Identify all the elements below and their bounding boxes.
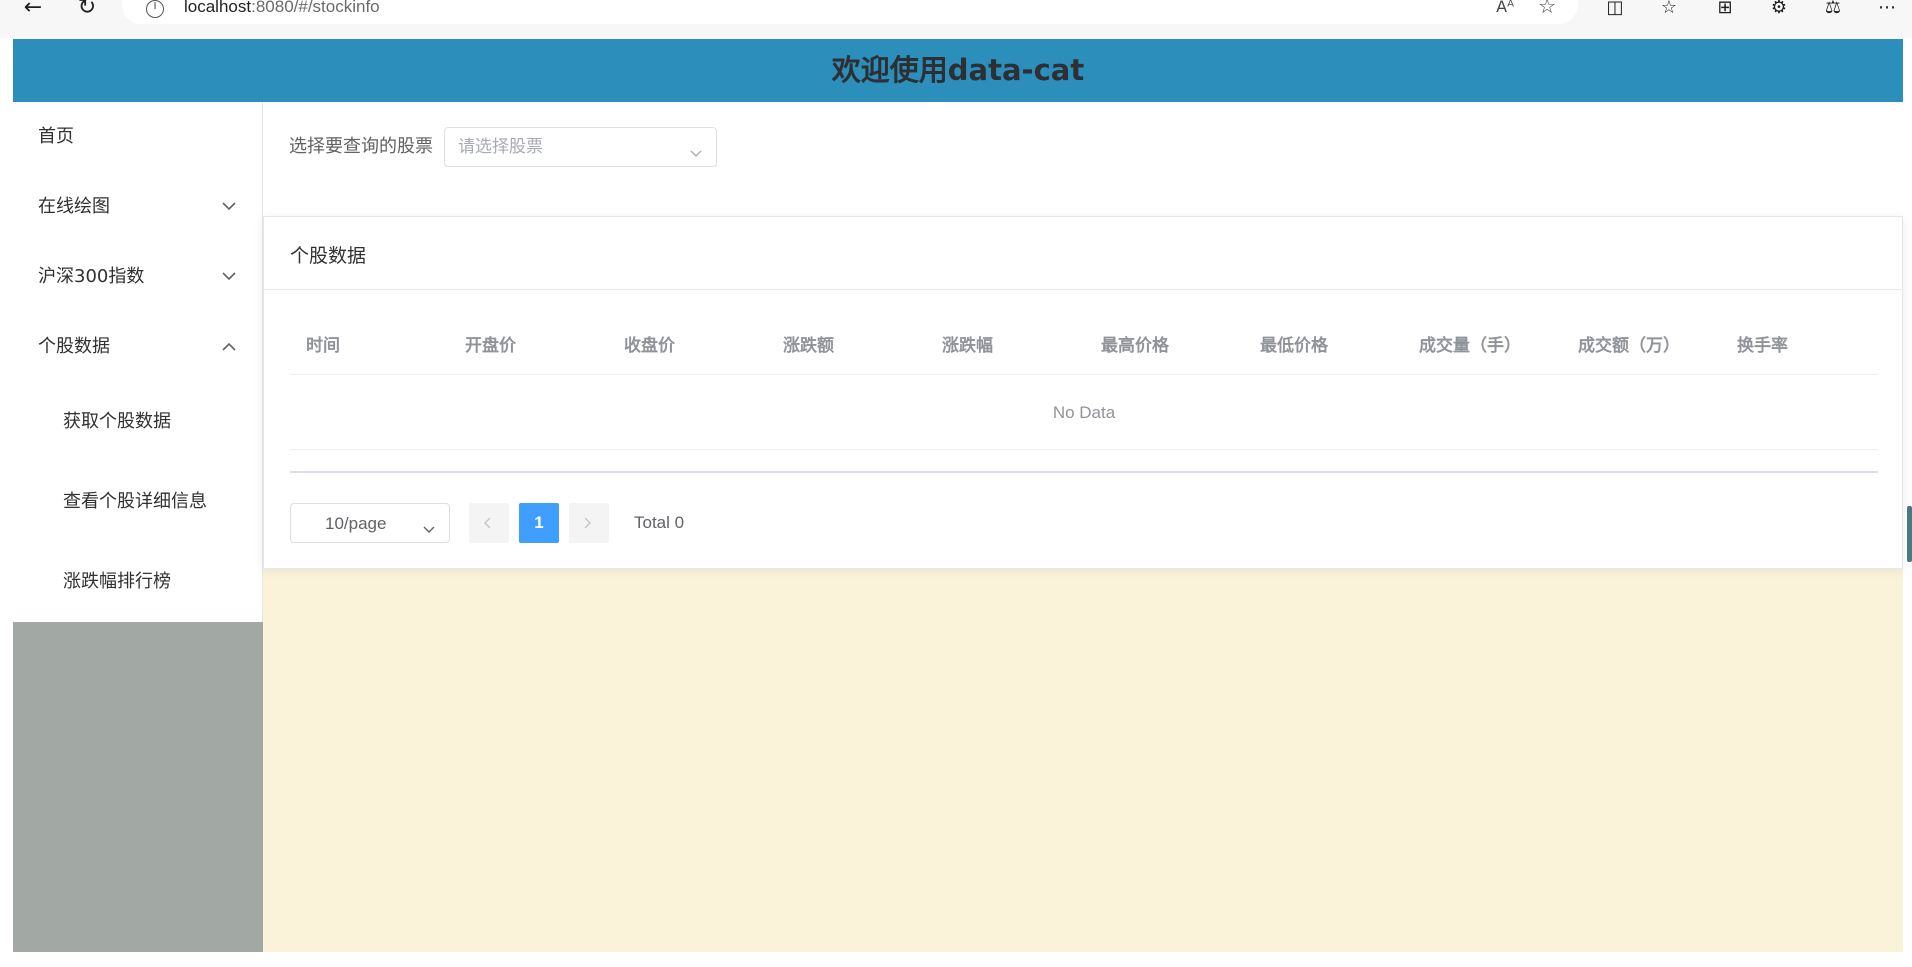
page-title: 欢迎使用data-cat bbox=[831, 53, 1085, 87]
sidebar: 首页 在线绘图 沪深300指数 个股数据 获取个股数据 查看个股详细信息 涨跌幅… bbox=[13, 102, 263, 952]
chevron-down-icon bbox=[222, 242, 236, 312]
scrollbar-thumb[interactable] bbox=[1907, 506, 1912, 562]
column-header[interactable]: 涨跌额 bbox=[783, 317, 834, 375]
browser-toolbar: ← ↻ i localhost:8080/#/stockinfo Aᴬ ☆ ◫ … bbox=[0, 0, 1912, 38]
sidebar-subitem-label: 查看个股详细信息 bbox=[63, 491, 207, 512]
browser-essentials-icon[interactable]: ⚖ bbox=[1818, 0, 1848, 22]
chevron-down-icon bbox=[690, 143, 702, 162]
table-header: 时间 开盘价 收盘价 涨跌额 涨跌幅 最高价格 最低价格 成交量（手） 成交额（… bbox=[290, 317, 1878, 375]
favorites-list-icon[interactable]: ☆ bbox=[1654, 0, 1684, 22]
sidebar-item-label: 首页 bbox=[38, 126, 74, 147]
page-size-value: 10/page bbox=[325, 514, 387, 533]
next-page-button[interactable] bbox=[569, 503, 609, 543]
column-header[interactable]: 涨跌幅 bbox=[942, 317, 993, 375]
more-icon[interactable]: ⋯ bbox=[1872, 0, 1902, 22]
url-text[interactable]: localhost:8080/#/stockinfo bbox=[184, 0, 380, 15]
filter-bar: 选择要查询的股票 请选择股票 bbox=[263, 102, 1903, 216]
extensions-icon[interactable]: ⚙ bbox=[1764, 0, 1794, 22]
app-container: 欢迎使用data-cat 首页 在线绘图 沪深300指数 个股数据 获取个股数据… bbox=[13, 39, 1903, 952]
sidebar-subitem-change-ranking[interactable]: 涨跌幅排行榜 bbox=[13, 542, 262, 622]
read-aloud-icon[interactable]: Aᴬ bbox=[1496, 0, 1514, 15]
table-bottom-border bbox=[290, 471, 1878, 473]
page-size-select[interactable]: 10/page bbox=[290, 503, 450, 543]
refresh-icon[interactable]: ↻ bbox=[72, 0, 102, 22]
main-content: 选择要查询的股票 请选择股票 个股数据 时间 开盘价 收盘价 涨跌额 涨跌幅 最… bbox=[263, 102, 1903, 952]
page-number-button[interactable]: 1 bbox=[519, 503, 559, 543]
sidebar-menu: 首页 在线绘图 沪深300指数 个股数据 获取个股数据 查看个股详细信息 涨跌幅… bbox=[13, 102, 263, 622]
sidebar-subitem-label: 获取个股数据 bbox=[63, 411, 171, 432]
sidebar-item-label: 在线绘图 bbox=[38, 196, 110, 217]
stock-select-label: 选择要查询的股票 bbox=[289, 136, 433, 157]
column-header[interactable]: 时间 bbox=[306, 317, 340, 375]
chevron-down-icon bbox=[423, 519, 435, 538]
column-header[interactable]: 最低价格 bbox=[1260, 317, 1328, 375]
sidebar-item-label: 沪深300指数 bbox=[38, 266, 145, 287]
column-header[interactable]: 成交量（手） bbox=[1419, 317, 1521, 375]
card-divider bbox=[264, 289, 1902, 290]
pagination: 10/page 1 Total 0 bbox=[290, 503, 890, 543]
stock-select-placeholder: 请选择股票 bbox=[458, 137, 543, 157]
stock-select[interactable]: 请选择股票 bbox=[444, 127, 717, 167]
stock-data-table: 时间 开盘价 收盘价 涨跌额 涨跌幅 最高价格 最低价格 成交量（手） 成交额（… bbox=[290, 317, 1878, 450]
sidebar-subitem-label: 涨跌幅排行榜 bbox=[63, 571, 171, 592]
column-header[interactable]: 换手率 bbox=[1737, 317, 1788, 375]
total-count: Total 0 bbox=[634, 513, 685, 532]
sidebar-item-hs300-index[interactable]: 沪深300指数 bbox=[13, 242, 262, 312]
column-header[interactable]: 开盘价 bbox=[465, 317, 516, 375]
column-header[interactable]: 成交额（万） bbox=[1578, 317, 1680, 375]
chevron-down-icon bbox=[222, 172, 236, 242]
sidebar-item-stock-data[interactable]: 个股数据 bbox=[13, 312, 262, 382]
address-bar[interactable]: i localhost:8080/#/stockinfo Aᴬ ☆ bbox=[122, 0, 1578, 24]
sidebar-subitem-stock-details[interactable]: 查看个股详细信息 bbox=[13, 462, 262, 542]
chevron-left-icon bbox=[484, 517, 491, 529]
sidebar-item-online-chart[interactable]: 在线绘图 bbox=[13, 172, 262, 242]
favorite-star-icon[interactable]: ☆ bbox=[1538, 0, 1556, 16]
split-screen-icon[interactable]: ◫ bbox=[1600, 0, 1630, 22]
chevron-up-icon bbox=[222, 312, 236, 382]
stock-data-card: 个股数据 时间 开盘价 收盘价 涨跌额 涨跌幅 最高价格 最低价格 成交量（手）… bbox=[263, 216, 1903, 569]
sidebar-subitem-get-stock-data[interactable]: 获取个股数据 bbox=[13, 382, 262, 462]
column-header[interactable]: 最高价格 bbox=[1101, 317, 1169, 375]
sidebar-item-label: 个股数据 bbox=[38, 336, 110, 357]
chevron-right-icon bbox=[584, 517, 591, 529]
back-icon[interactable]: ← bbox=[18, 0, 48, 22]
prev-page-button[interactable] bbox=[469, 503, 509, 543]
sidebar-item-home[interactable]: 首页 bbox=[13, 102, 262, 172]
card-title: 个股数据 bbox=[290, 245, 367, 267]
app-header: 欢迎使用data-cat bbox=[13, 39, 1903, 102]
table-empty-text: No Data bbox=[290, 375, 1878, 450]
collections-icon[interactable]: ⊞ bbox=[1710, 0, 1740, 22]
info-icon[interactable]: i bbox=[146, 0, 164, 18]
column-header[interactable]: 收盘价 bbox=[624, 317, 675, 375]
